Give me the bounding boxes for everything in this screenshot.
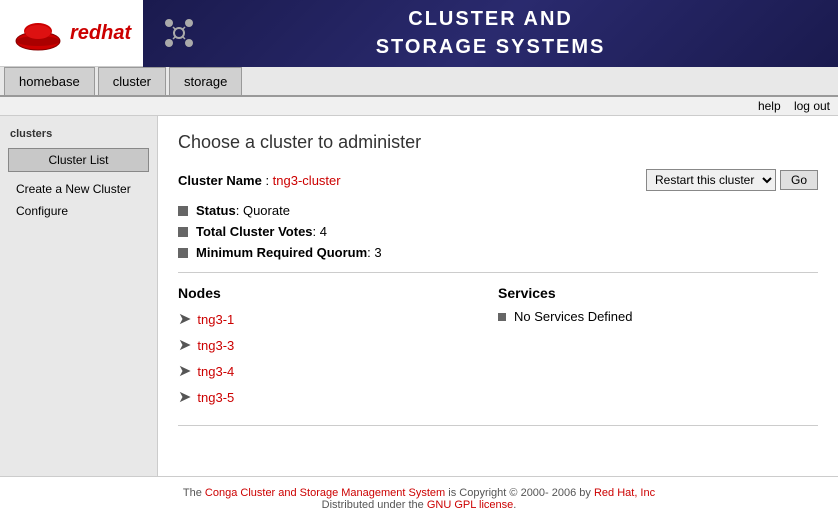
status-bullet-icon — [178, 206, 188, 216]
total-votes-label: Total Cluster Votes — [196, 224, 313, 239]
cluster-icon — [159, 13, 199, 53]
footer-suffix: is Copyright © 2000- 2006 by — [445, 487, 594, 499]
page-title: Choose a cluster to administer — [178, 132, 818, 153]
node-icon-1: ➤ — [178, 309, 191, 329]
section-divider — [178, 272, 818, 273]
cluster-name-label: Cluster Name — [178, 173, 262, 188]
logout-link[interactable]: log out — [794, 99, 830, 113]
go-button[interactable]: Go — [780, 170, 818, 190]
restart-controls: Restart this cluster Go — [646, 169, 818, 191]
cluster-name-value: tng3-cluster — [273, 173, 341, 188]
services-heading: Services — [498, 285, 818, 301]
total-votes-row: Total Cluster Votes : 4 — [178, 224, 818, 239]
footer-dist-text: Distributed under the — [322, 499, 427, 511]
navbar: homebase cluster storage — [0, 67, 838, 97]
sidebar: clusters Cluster List Create a New Clust… — [0, 116, 158, 476]
tab-cluster[interactable]: cluster — [98, 67, 166, 95]
help-link[interactable]: help — [758, 99, 781, 113]
cluster-form-row: Cluster Name : tng3-cluster Restart this… — [178, 169, 818, 191]
footer-prefix: The — [183, 487, 205, 499]
configure-link[interactable]: Configure — [8, 200, 149, 222]
no-services-item: No Services Defined — [498, 309, 818, 324]
quorum-bullet-icon — [178, 248, 188, 258]
no-services-text: No Services Defined — [514, 309, 633, 324]
banner-text: CLUSTER AND STORAGE SYSTEMS — [376, 5, 606, 61]
node-link-tng3-4[interactable]: tng3-4 — [197, 364, 234, 379]
redhat-wordmark: redhat — [70, 22, 131, 45]
quorum-label: Minimum Required Quorum — [196, 245, 367, 260]
node-item: ➤ tng3-1 — [178, 309, 498, 329]
node-item: ➤ tng3-4 — [178, 361, 498, 381]
status-row: Status : Quorate — [178, 203, 818, 218]
node-link-tng3-5[interactable]: tng3-5 — [197, 390, 234, 405]
footer: The Conga Cluster and Storage Management… — [0, 476, 838, 521]
node-item: ➤ tng3-5 — [178, 387, 498, 407]
services-column: Services No Services Defined — [498, 285, 818, 413]
total-votes-value: 4 — [320, 224, 327, 239]
bottom-divider — [178, 425, 818, 426]
gpl-link[interactable]: GNU GPL license — [427, 499, 513, 511]
footer-line1: The Conga Cluster and Storage Management… — [10, 487, 828, 499]
quorum-value: 3 — [374, 245, 381, 260]
cluster-list-button[interactable]: Cluster List — [8, 148, 149, 172]
create-cluster-link[interactable]: Create a New Cluster — [8, 178, 149, 200]
columns-row: Nodes ➤ tng3-1 ➤ tng3-3 ➤ tng3-4 ➤ tng3-… — [178, 285, 818, 413]
toplinks-bar: help log out — [0, 97, 838, 116]
tab-homebase[interactable]: homebase — [4, 67, 95, 95]
redhat-company-link[interactable]: Red Hat, Inc — [594, 487, 655, 499]
conga-link[interactable]: Conga Cluster and Storage Management Sys… — [205, 487, 445, 499]
node-icon-3: ➤ — [178, 361, 191, 381]
redhat-logo-icon — [12, 7, 64, 59]
node-link-tng3-1[interactable]: tng3-1 — [197, 312, 234, 327]
service-bullet-icon — [498, 313, 506, 321]
node-item: ➤ tng3-3 — [178, 335, 498, 355]
status-label: Status — [196, 203, 236, 218]
header-logo: redhat — [0, 0, 143, 67]
restart-select[interactable]: Restart this cluster — [646, 169, 776, 191]
node-icon-4: ➤ — [178, 387, 191, 407]
quorum-row: Minimum Required Quorum : 3 — [178, 245, 818, 260]
votes-bullet-icon — [178, 227, 188, 237]
node-link-tng3-3[interactable]: tng3-3 — [197, 338, 234, 353]
tab-storage[interactable]: storage — [169, 67, 242, 95]
nodes-heading: Nodes — [178, 285, 498, 301]
header-banner: CLUSTER AND STORAGE SYSTEMS — [143, 0, 838, 67]
status-value: Quorate — [243, 203, 290, 218]
footer-line2: Distributed under the GNU GPL license. — [10, 499, 828, 511]
node-icon-2: ➤ — [178, 335, 191, 355]
content-area: Choose a cluster to administer Cluster N… — [158, 116, 838, 476]
footer-period: . — [513, 499, 516, 511]
sidebar-section-title: clusters — [8, 128, 149, 140]
main-layout: clusters Cluster List Create a New Clust… — [0, 116, 838, 476]
header: redhat CLUSTER AND STORAGE SYSTEMS — [0, 0, 838, 67]
cluster-name-display: Cluster Name : tng3-cluster — [178, 173, 341, 188]
nodes-column: Nodes ➤ tng3-1 ➤ tng3-3 ➤ tng3-4 ➤ tng3-… — [178, 285, 498, 413]
